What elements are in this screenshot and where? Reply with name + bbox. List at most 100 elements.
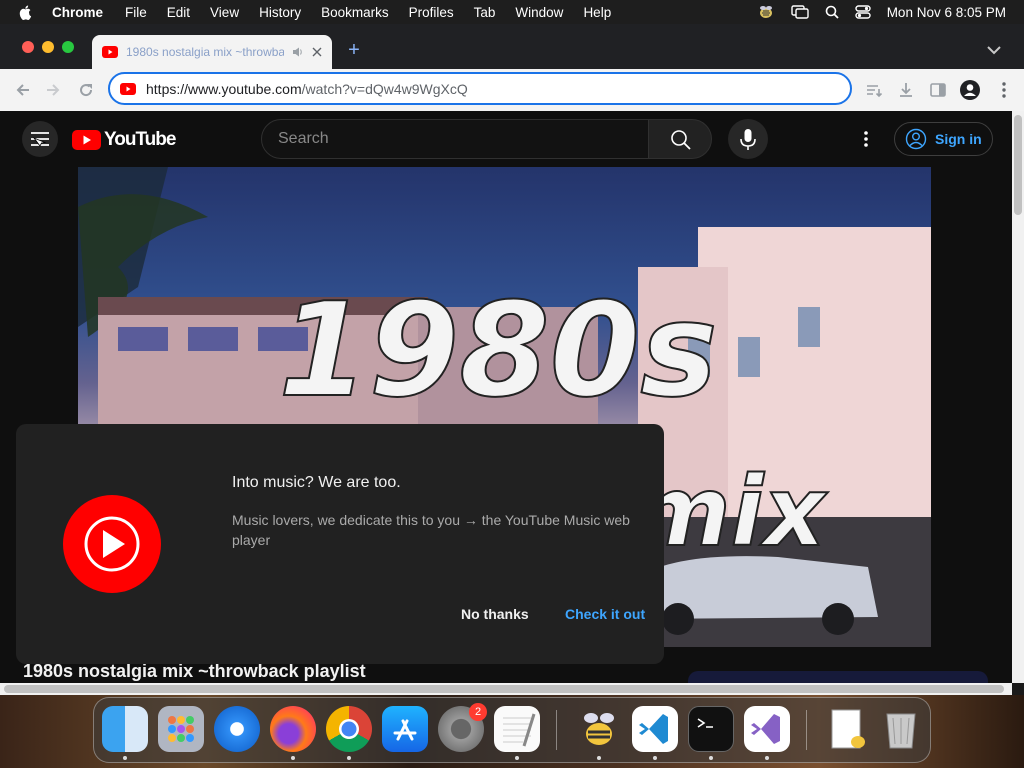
promo-body: Music lovers, we dedicate this to you → … [232,512,630,548]
trash-icon[interactable] [878,706,924,752]
menu-bookmarks[interactable]: Bookmarks [321,5,389,20]
window-close-button[interactable] [22,41,34,53]
spotlight-search-icon[interactable] [825,5,839,19]
menu-help[interactable]: Help [583,5,611,20]
vscode-icon[interactable] [632,706,678,752]
menu-window[interactable]: Window [515,5,563,20]
menu-history[interactable]: History [259,5,301,20]
firefox-icon[interactable] [270,706,316,752]
vscode-glyph-icon [639,714,668,744]
app-store-icon[interactable] [382,706,428,752]
url-host: https://www.youtube.com [146,80,302,97]
terminal-prompt-icon [697,718,713,728]
dock-separator [556,710,557,750]
forward-arrow-icon[interactable] [44,81,62,99]
window-zoom-button[interactable] [62,41,74,53]
reading-list-icon[interactable] [864,80,884,100]
no-thanks-button[interactable]: No thanks [461,606,529,622]
menu-tab[interactable]: Tab [474,5,496,20]
finder-icon[interactable] [102,706,148,752]
video-title: 1980s nostalgia mix ~throwback playlist [23,661,366,681]
terminal-icon[interactable] [688,706,734,752]
terminal-running-indicator [709,756,713,760]
new-tab-button[interactable]: + [344,40,364,60]
control-center-icon[interactable] [854,5,871,19]
tab-youtube-video[interactable]: 1980s nostalgia mix ~throwback playlist [92,35,332,69]
speaker-audio-icon[interactable] [292,46,304,58]
sidebar-card[interactable] [688,671,988,683]
promo-headline: Into music? We are too. [232,474,401,491]
menu-app-name[interactable]: Chrome [52,5,103,20]
launchpad-grid-icon [168,716,194,742]
chrome-menu-icon[interactable] [994,80,1014,100]
chrome-center-icon [339,719,359,739]
menu-profiles[interactable]: Profiles [409,5,454,20]
safari-icon[interactable] [214,706,260,752]
bee-status-icon[interactable] [757,4,775,20]
youtube-logo-icon [72,130,101,150]
menu-view[interactable]: View [210,5,239,20]
macos-dock [93,697,931,763]
search-input[interactable]: Search [261,119,649,159]
visual-studio-running-indicator [765,756,769,760]
youtube-wordmark: YouTube [104,129,176,150]
reload-icon[interactable] [77,81,95,99]
preview-icon[interactable] [824,706,870,752]
textedit-lines-icon [503,713,536,747]
youtube-favicon-icon [120,82,136,95]
document-preview-icon [831,709,865,749]
url-path: /watch?v=dQw4w9WgXcQ [301,80,468,97]
youtube-logo[interactable]: YouTube [72,129,176,151]
finder-running-indicator [123,756,127,760]
chrome-icon[interactable] [326,706,372,752]
tab-title: 1980s nostalgia mix ~throwback playlist [126,45,284,59]
guide-menu-button[interactable] [22,121,58,157]
address-bar[interactable]: https://www.youtube.com/watch?v=dQw4w9Wg… [108,72,852,105]
voice-search-button[interactable] [728,119,768,159]
macos-menu-bar: Chrome File Edit View History Bookmarks … [0,0,1024,24]
textedit-icon[interactable] [494,706,540,752]
settings-more-icon[interactable] [856,129,876,149]
search-icon [671,130,691,150]
search-button[interactable] [648,119,712,159]
chrome-running-indicator [347,756,351,760]
side-panel-icon[interactable] [928,80,948,100]
vertical-scrollbar[interactable] [1012,111,1024,683]
back-arrow-icon[interactable] [14,81,32,99]
cyberduck-icon[interactable] [576,706,622,752]
app-store-glyph-icon [393,719,417,741]
cyberduck-running-indicator [597,756,601,760]
firefox-running-indicator [291,756,295,760]
visual-studio-glyph-icon [751,714,780,744]
horizontal-scroll-thumb[interactable] [4,685,1004,693]
youtube-favicon-icon [102,46,118,58]
hamburger-menu-icon [31,132,49,147]
vscode-running-indicator [653,756,657,760]
youtube-music-logo-icon [63,495,161,593]
menu-edit[interactable]: Edit [167,5,190,20]
launchpad-icon[interactable] [158,706,204,752]
screen-mirror-icon[interactable] [790,5,809,19]
visual-studio-icon[interactable] [744,706,790,752]
profile-avatar-icon[interactable] [960,80,980,100]
horizontal-scrollbar[interactable] [0,683,1012,695]
tab-search-chevron-icon[interactable] [984,42,1004,58]
sign-in-label: Sign in [935,131,982,147]
settings-notification-badge: 2 [469,703,487,721]
window-minimize-button[interactable] [42,41,54,53]
tab-close-icon[interactable] [312,47,322,57]
download-icon[interactable] [896,80,916,100]
youtube-masthead: YouTube Search Sign in [0,111,1012,167]
apple-icon[interactable] [18,4,34,20]
youtube-music-promo-dialog: Into music? We are too. Music lovers, we… [16,424,664,664]
vertical-scroll-thumb[interactable] [1014,115,1022,215]
address-bar-url: https://www.youtube.com/watch?v=dQw4w9Wg… [146,81,468,97]
menu-file[interactable]: File [125,5,147,20]
thumbnail-title-1980s: 1980s [278,274,717,426]
bee-app-icon [584,713,614,745]
chrome-toolbar: https://www.youtube.com/watch?v=dQw4w9Wg… [0,69,1024,111]
check-it-out-button[interactable]: Check it out [565,606,645,622]
menu-bar-clock[interactable]: Mon Nov 6 8:05 PM [887,5,1006,20]
sign-in-button[interactable]: Sign in [894,122,993,156]
account-circle-icon [905,128,927,150]
